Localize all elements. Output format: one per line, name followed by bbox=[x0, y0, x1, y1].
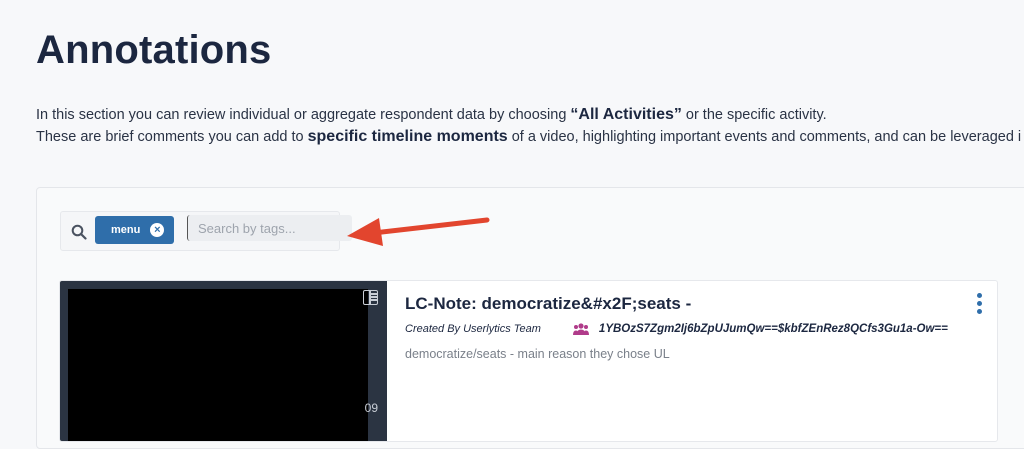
tag-chip-menu: menu × bbox=[95, 216, 175, 244]
page-title: Annotations bbox=[36, 28, 272, 72]
intro-line-2: These are brief comments you can add to … bbox=[36, 126, 1024, 148]
video-duration: 09 bbox=[364, 401, 378, 415]
thumbnail-redacted-area bbox=[68, 289, 368, 441]
intro-line-2-emphasis: specific timeline moments bbox=[307, 128, 508, 145]
search-icon bbox=[71, 224, 87, 240]
intro-text: In this section you can review individua… bbox=[36, 104, 1024, 148]
red-arrow-icon bbox=[347, 217, 490, 246]
users-group-icon bbox=[572, 323, 589, 335]
group-id: 1YBOzS7Zgm2Ij6bZpUJumQw==$kbfZEnRez8QCfs… bbox=[598, 323, 948, 335]
annotation-card[interactable]: 09 LC-Note: democratize&#x2F;seats - Cre… bbox=[59, 280, 998, 442]
intro-line-1-emphasis: “All Activities” bbox=[570, 106, 682, 123]
intro-line-1: In this section you can review individua… bbox=[36, 104, 1024, 126]
intro-line-2-prefix: These are brief comments you can add to bbox=[36, 129, 308, 145]
remove-tag-icon[interactable]: × bbox=[150, 223, 165, 237]
annotation-description: democratize/seats - main reason they cho… bbox=[405, 347, 670, 361]
intro-line-1-suffix: or the specific activity. bbox=[681, 107, 827, 123]
intro-line-2-suffix: of a video, highlighting important event… bbox=[507, 129, 1022, 145]
intro-line-1-prefix: In this section you can review individua… bbox=[36, 107, 571, 123]
tag-chip-label: menu bbox=[111, 224, 141, 236]
fullscreen-icon[interactable] bbox=[363, 290, 378, 305]
tag-search-box[interactable]: menu × bbox=[60, 211, 352, 251]
more-options-icon[interactable] bbox=[977, 293, 983, 314]
annotation-meta: Created By Userlytics Team 1YBOzS7Zgm2Ij… bbox=[405, 323, 948, 335]
video-thumbnail[interactable]: 09 bbox=[60, 281, 387, 441]
annotation-title: LC-Note: democratize&#x2F;seats - bbox=[405, 294, 692, 313]
created-by-label: Created By Userlytics Team bbox=[405, 323, 541, 335]
tag-search-input[interactable] bbox=[187, 215, 352, 241]
